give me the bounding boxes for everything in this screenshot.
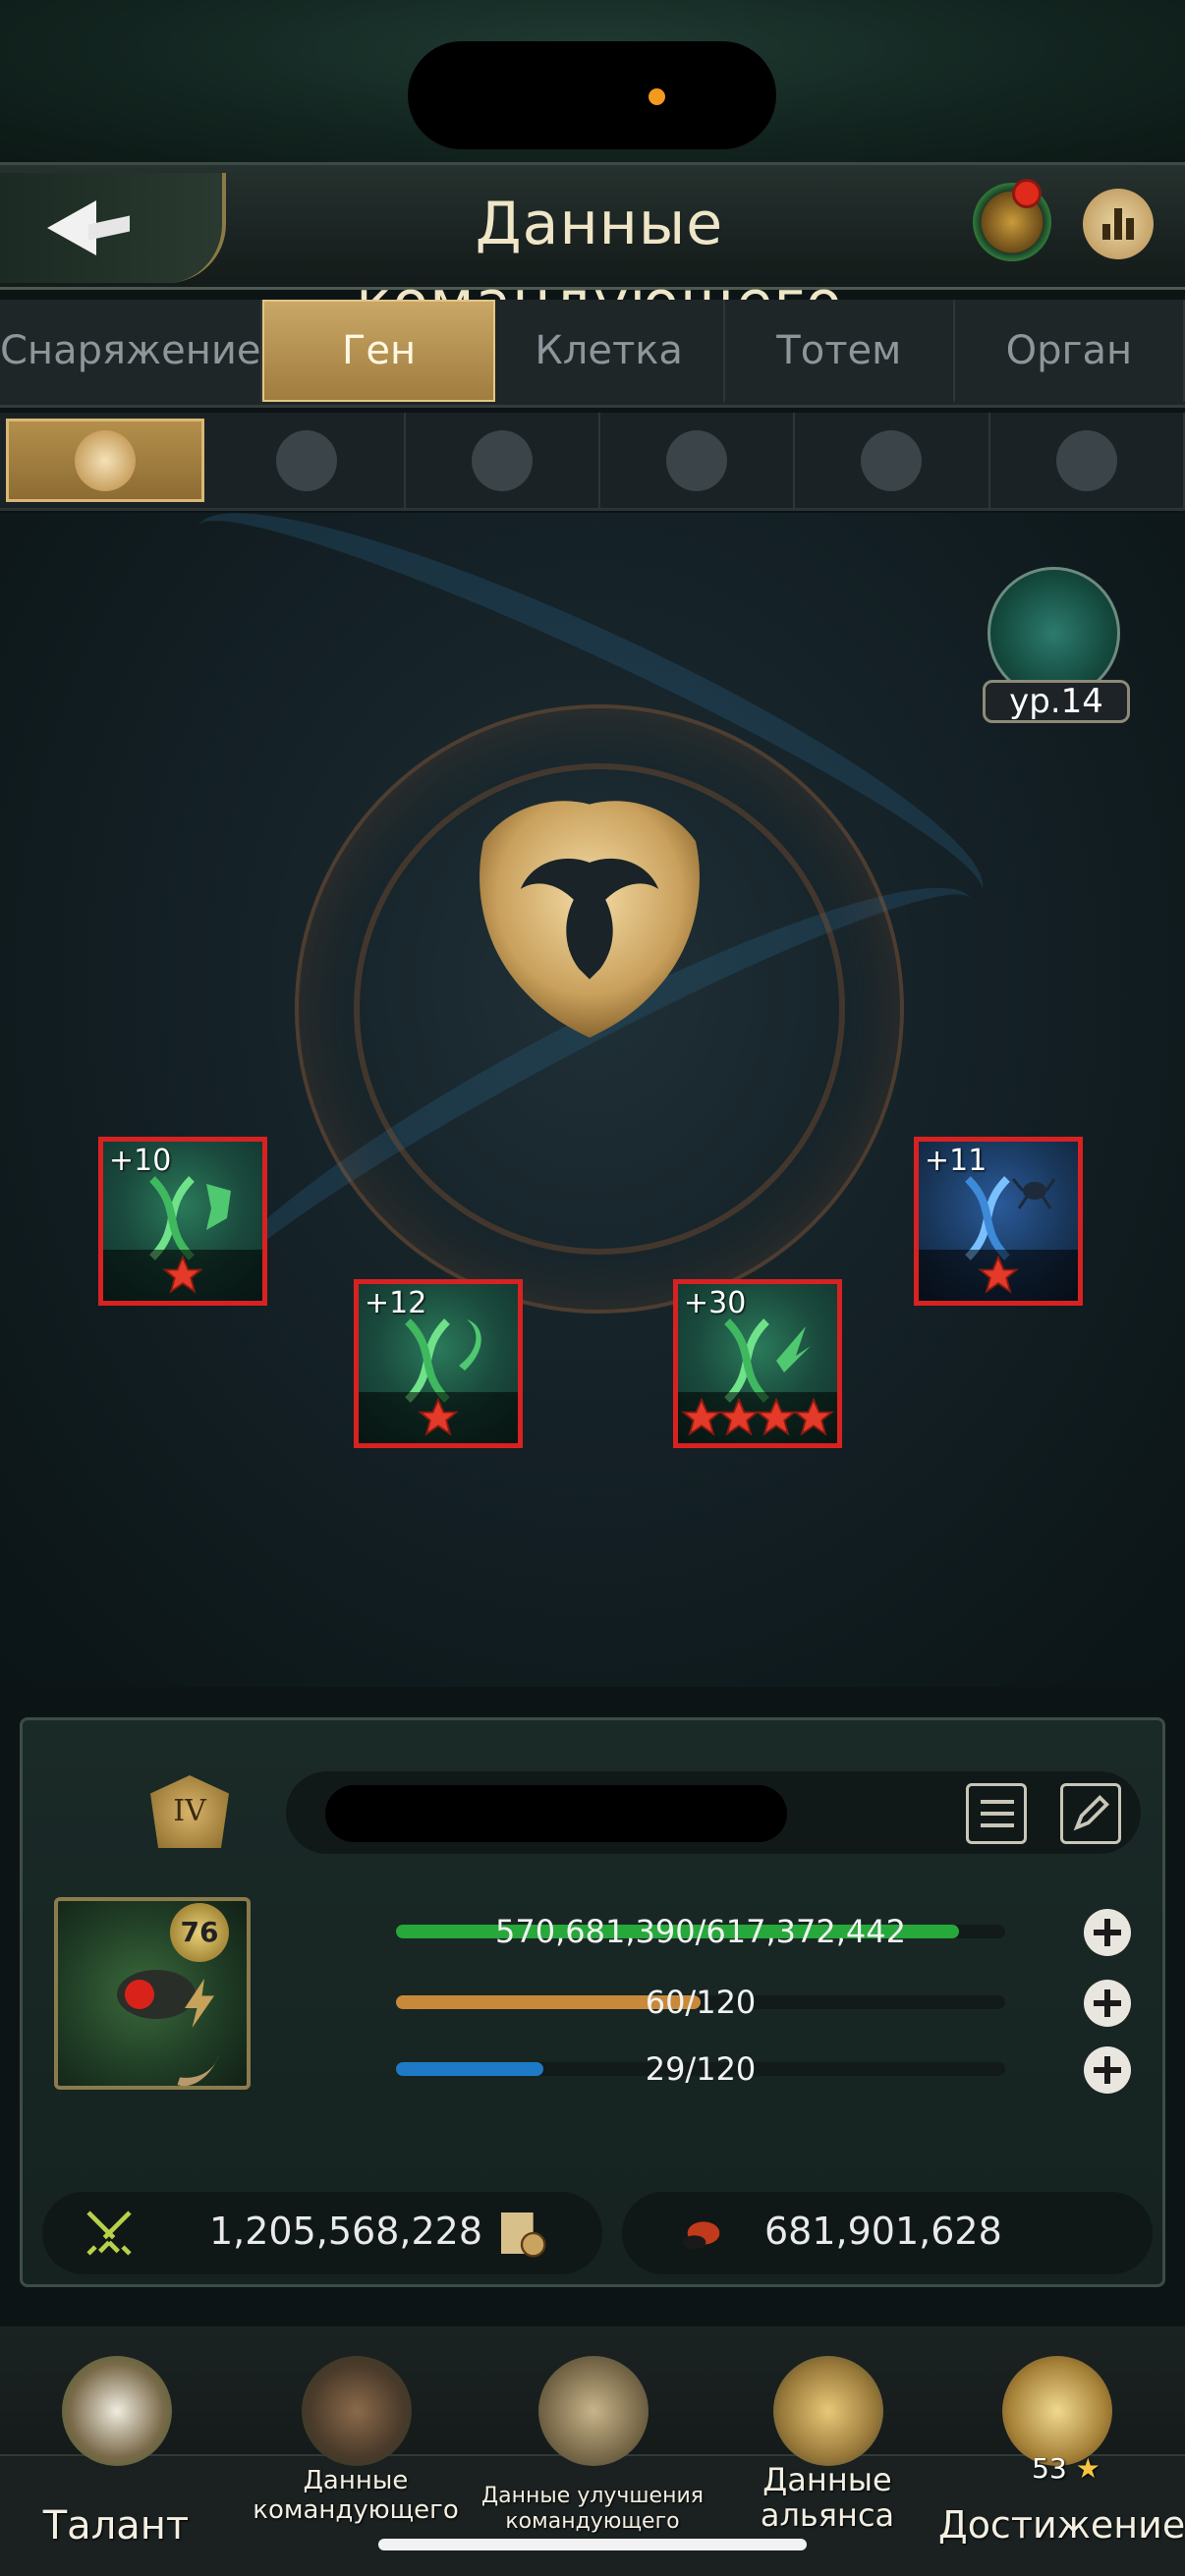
alliance-shield-icon: [773, 2356, 883, 2466]
subtab-skull[interactable]: [600, 413, 796, 508]
bar-chart-icon: [1102, 208, 1134, 240]
edit-icon[interactable]: [1060, 1783, 1121, 1844]
gene-panel: ур.14 +10 +12 +30 +11: [0, 513, 1185, 1687]
lightning-icon: [185, 1979, 214, 2028]
energy-row: 60/120: [170, 1974, 1153, 2033]
category-tabs: Снаряжение Ген Клетка Тотем Орган: [0, 300, 1185, 408]
star-icon: [978, 1255, 1019, 1294]
nav-achievement-label: Достижение: [938, 2503, 1185, 2547]
stamina-text: 29/120: [645, 2050, 757, 2088]
star-icon: ★: [1075, 2452, 1100, 2485]
spider-icon: [1055, 429, 1117, 491]
subtab-queen[interactable]: [6, 419, 205, 502]
stamina-add-button[interactable]: [1084, 2046, 1131, 2094]
queen-emblem-icon: [480, 801, 700, 1038]
commander-level-badge: 76: [170, 1903, 229, 1962]
gene-slot-3[interactable]: +30: [673, 1279, 842, 1448]
queen-emblem-icon: [75, 429, 137, 491]
gene-stars: [678, 1392, 837, 1443]
subtab-beetle[interactable]: [795, 413, 990, 508]
gene-level-label: ур.14: [983, 680, 1130, 723]
gene-bonus: +10: [109, 1144, 172, 1178]
gene-bonus: +12: [365, 1286, 427, 1320]
star-icon: [162, 1255, 203, 1294]
gene-slot-2[interactable]: +12: [354, 1279, 523, 1448]
gene-stars: [919, 1250, 1078, 1301]
gene-slot-1[interactable]: +10: [98, 1137, 267, 1306]
dynamic-island: [408, 41, 776, 149]
beetle-icon: [861, 429, 923, 491]
commander-ant-icon: [302, 2356, 412, 2466]
scroll-clock-icon[interactable]: [494, 2206, 549, 2261]
header: Данные командующего: [0, 162, 1185, 337]
energy-add-button[interactable]: [1084, 1980, 1131, 2027]
horn-icon: [177, 2055, 219, 2087]
nav-talent-label: Талант: [42, 2503, 190, 2548]
recording-indicator-dot: [649, 88, 665, 105]
tab-gene[interactable]: Ген: [262, 300, 495, 402]
achievement-count: 53 ★: [1017, 2452, 1115, 2485]
gene-stars: [359, 1392, 518, 1443]
nav-achievement[interactable]: 53 ★ Достижение: [938, 2356, 1185, 2562]
skull-ant-icon: [666, 429, 728, 491]
notification-badge: [1012, 179, 1042, 208]
nav-commander-upgrade[interactable]: Данные улучшения командующего: [481, 2356, 704, 2562]
crown-icon: [62, 2356, 172, 2466]
energy-text: 60/120: [645, 1984, 757, 2021]
tab-cell[interactable]: Клетка: [495, 300, 725, 402]
page-title: Данные командующего: [356, 190, 841, 337]
gene-bonus: +11: [925, 1144, 988, 1178]
redacted-name: [325, 1785, 787, 1842]
unit-type-tabs: [0, 413, 1185, 511]
tab-totem[interactable]: Тотем: [725, 300, 955, 402]
star-icon: [793, 1397, 834, 1436]
gene-level-badge[interactable]: ур.14: [983, 567, 1130, 723]
commander-panel: IV 76 570,681,390/617,372,442 60/120 29/…: [20, 1717, 1165, 2287]
gene-stars: [103, 1250, 262, 1301]
hp-row: 76 570,681,390/617,372,442: [170, 1903, 1153, 1962]
tab-organ[interactable]: Орган: [955, 300, 1185, 402]
stamina-row: 29/120: [170, 2041, 1153, 2100]
ranking-button[interactable]: [1083, 189, 1154, 259]
hp-add-button[interactable]: [1084, 1909, 1131, 1956]
power-value: 1,205,568,228: [209, 2210, 483, 2253]
list-icon[interactable]: [966, 1783, 1027, 1844]
nav-commander-data[interactable]: Данные командующего: [253, 2356, 459, 2562]
rank-badge: IV: [150, 1775, 229, 1848]
power-box: 1,205,568,228: [42, 2192, 602, 2274]
nav-talent[interactable]: Талант: [18, 2356, 214, 2562]
achievement-badge: 53: [1032, 2452, 1067, 2485]
hammer-scroll-icon: [538, 2356, 649, 2466]
tab-equipment[interactable]: Снаряжение: [0, 300, 263, 402]
subtab-soldier[interactable]: [210, 413, 406, 508]
commander-name-field: [286, 1771, 1141, 1854]
subtab-spider[interactable]: [990, 413, 1185, 508]
nav-alliance-data[interactable]: Данные альянса: [729, 2356, 926, 2562]
nav-commander-data-label: Данные командующего: [253, 2466, 459, 2525]
gene-bonus: +30: [684, 1286, 747, 1320]
nav-alliance-data-label: Данные альянса: [760, 2461, 895, 2534]
nav-commander-upgrade-label: Данные улучшения командующего: [480, 2484, 704, 2534]
ant-eye: [125, 1980, 154, 2009]
star-icon: [418, 1397, 459, 1436]
carpenter-ant-icon: [471, 429, 533, 491]
achievement-trophy-icon: [1002, 2356, 1112, 2466]
pencil-icon: [1073, 1795, 1109, 1831]
subtab-carpenter[interactable]: [406, 413, 600, 508]
rank-text: IV: [173, 1794, 206, 1828]
kills-box: 681,901,628: [622, 2192, 1153, 2274]
hp-text: 570,681,390/617,372,442: [495, 1913, 906, 1950]
soldier-ant-icon: [276, 429, 338, 491]
kills-value: 681,901,628: [764, 2210, 1002, 2253]
crossed-swords-icon: [86, 2211, 132, 2256]
home-indicator: [378, 2539, 807, 2550]
ant-kills-icon: [683, 2221, 720, 2250]
back-button[interactable]: [0, 173, 226, 283]
gene-slot-4[interactable]: +11: [914, 1137, 1083, 1306]
